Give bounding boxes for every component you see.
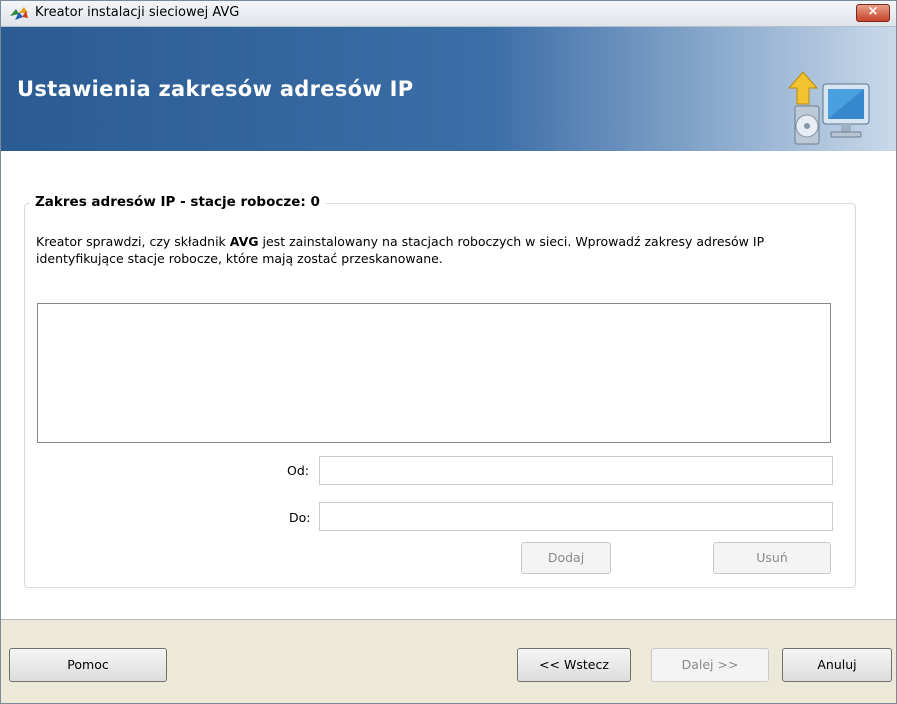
to-label: Do: bbox=[289, 510, 311, 525]
cancel-button[interactable]: Anuluj bbox=[782, 648, 892, 682]
add-button[interactable]: Dodaj bbox=[521, 542, 611, 574]
description-brand: AVG bbox=[229, 234, 259, 249]
from-ip-input[interactable] bbox=[319, 456, 833, 485]
back-button[interactable]: << Wstecz bbox=[517, 648, 631, 682]
description-text: Kreator sprawdzi, czy składnik AVG jest … bbox=[36, 233, 826, 267]
to-ip-input[interactable] bbox=[319, 502, 833, 531]
groupbox-title: Zakres adresów IP - stacje robocze: 0 bbox=[30, 194, 326, 210]
page-title: Ustawienia zakresów adresów IP bbox=[17, 77, 414, 101]
next-button[interactable]: Dalej >> bbox=[651, 648, 769, 682]
close-icon: × bbox=[867, 4, 879, 19]
header-banner: Ustawienia zakresów adresów IP bbox=[1, 27, 896, 151]
title-bar[interactable]: Kreator instalacji sieciowej AVG × bbox=[1, 1, 896, 27]
ip-range-list[interactable] bbox=[37, 303, 831, 443]
window-title: Kreator instalacji sieciowej AVG bbox=[35, 5, 240, 20]
avg-logo-icon bbox=[10, 7, 28, 20]
installer-window: Kreator instalacji sieciowej AVG × Ustaw… bbox=[0, 0, 897, 704]
computer-install-icon bbox=[787, 71, 870, 145]
help-button[interactable]: Pomoc bbox=[9, 648, 167, 682]
remove-button[interactable]: Usuń bbox=[713, 542, 831, 574]
close-button[interactable]: × bbox=[856, 4, 890, 22]
description-part1: Kreator sprawdzi, czy składnik bbox=[36, 234, 230, 249]
from-label: Od: bbox=[287, 463, 309, 478]
